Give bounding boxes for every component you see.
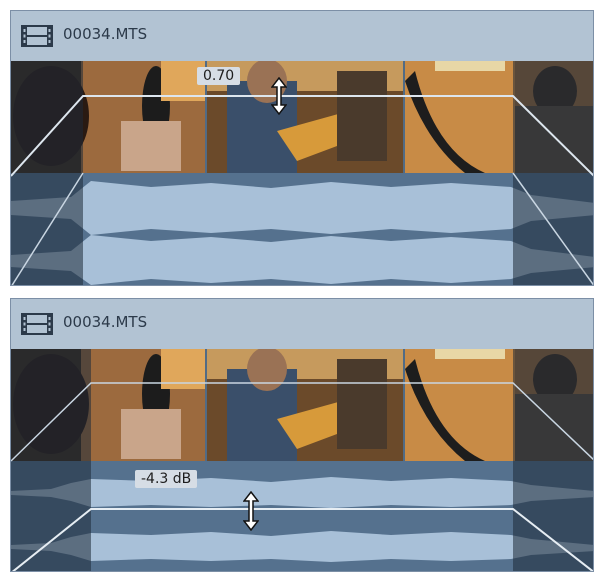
vertical-resize-cursor-icon [271, 77, 287, 115]
volume-value-label: -4.3 dB [135, 470, 198, 488]
vertical-resize-cursor-icon [243, 491, 259, 531]
timeline-clip-volume[interactable]: 00034.MTS -4.3 dB [10, 298, 594, 572]
opacity-envelope[interactable] [11, 11, 594, 286]
timeline-clip-opacity[interactable]: 00034.MTS 0.70 [10, 10, 594, 286]
volume-envelope[interactable] [11, 299, 594, 572]
opacity-value-label: 0.70 [197, 67, 241, 85]
